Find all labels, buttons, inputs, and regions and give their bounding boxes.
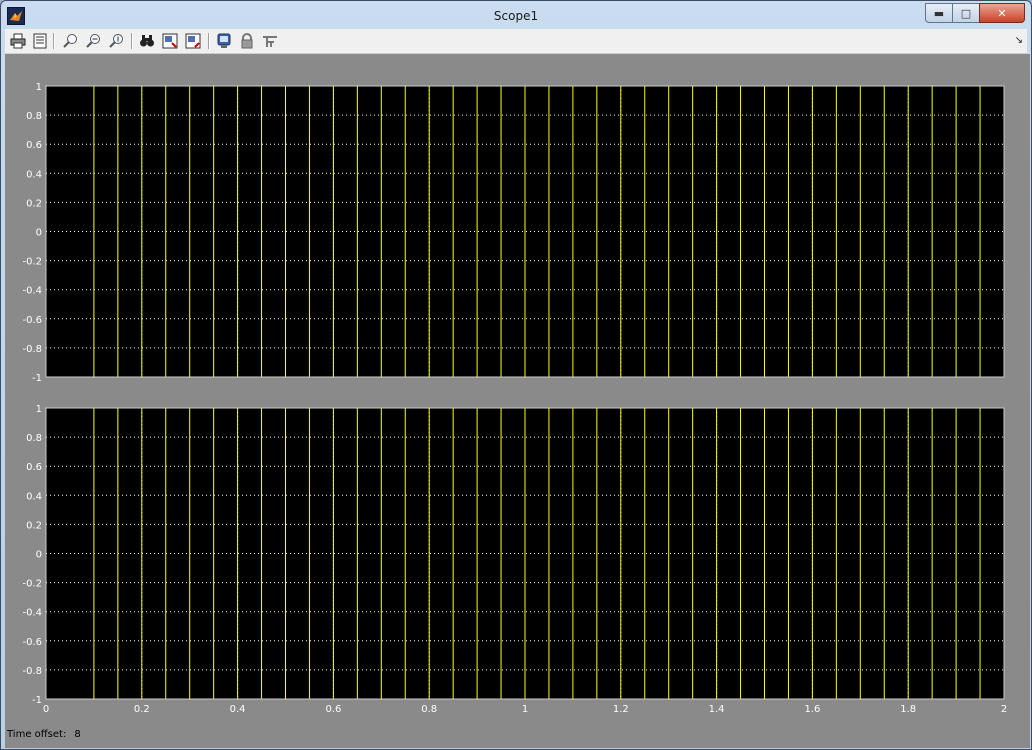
y-tick-label: -0.8	[22, 666, 42, 677]
floating-scope-icon[interactable]	[215, 32, 233, 50]
x-tick-label: 0.2	[134, 704, 150, 715]
dock-icon[interactable]: ↘	[1015, 35, 1023, 46]
restore-axes-icon[interactable]	[184, 32, 202, 50]
y-tick-label: 0.4	[26, 491, 42, 502]
y-tick-label: -1	[32, 695, 42, 706]
x-tick-label: 1.8	[900, 704, 916, 715]
x-tick-label: 0.4	[230, 704, 246, 715]
signal-trace	[46, 85, 1004, 378]
y-tick-label: 0.4	[26, 169, 42, 180]
title-bar[interactable]: Scope1 ▬ □ ✕	[1, 1, 1031, 31]
minimize-button[interactable]: ▬	[925, 3, 953, 23]
signal-selection-icon[interactable]	[261, 32, 279, 50]
parameters-icon[interactable]	[31, 32, 49, 50]
y-tick-label: 0.8	[26, 433, 42, 444]
zoom-icon[interactable]	[61, 32, 79, 50]
save-axes-icon[interactable]	[161, 32, 179, 50]
y-tick-label: 0.2	[26, 520, 42, 531]
y-tick-label: -0.4	[22, 286, 42, 297]
y-tick-label: -0.4	[22, 608, 42, 619]
minimize-icon: ▬	[933, 6, 945, 20]
y-tick-label: 0.6	[26, 462, 42, 473]
time-offset-label: Time offset:	[7, 729, 67, 740]
y-tick-label: 0.2	[26, 198, 42, 209]
scope-plot: -1 -0.8 -0.6 -0.4 -0.2 0 0.2 0.4 0.6 0.8 1 -1 -0.8 -0…	[22, 82, 1007, 715]
status-bar: Time offset: 8	[7, 729, 81, 740]
axes-2: -1 -0.8 -0.6 -0.4 -0.2 0 0.2 0.4 0.6 0.8 1 0 0.2 0.4 0…	[22, 404, 1007, 715]
y-tick-label: -0.6	[22, 315, 42, 326]
maximize-icon: □	[960, 6, 972, 20]
scope-client-area: -1 -0.8 -0.6 -0.4 -0.2 0 0.2 0.4 0.6 0.8 1 -1 -0.8 -0…	[5, 54, 1030, 748]
autoscale-icon[interactable]	[138, 32, 156, 50]
lock-axes-icon[interactable]	[238, 32, 256, 50]
y-tick-label: 1	[36, 404, 42, 415]
signal-trace	[46, 407, 1004, 700]
y-tick-label: -0.2	[22, 579, 42, 590]
zoom-y-icon[interactable]	[107, 32, 125, 50]
y-tick-label: 0	[36, 228, 42, 239]
x-tick-label: 2	[1001, 704, 1007, 715]
scope-window: Scope1 ▬ □ ✕ ↘ -1 -0.8 -0.6 -0.4 -0.2 0 …	[0, 0, 1032, 750]
print-icon[interactable]	[9, 32, 27, 50]
window-title: Scope1	[493, 9, 539, 23]
time-offset-value: 8	[74, 729, 81, 740]
x-tick-label: 1.4	[709, 704, 725, 715]
x-tick-label: 0	[43, 704, 49, 715]
maximize-button[interactable]: □	[952, 3, 980, 23]
zoom-x-icon[interactable]	[84, 32, 102, 50]
y-tick-label: 1	[36, 82, 42, 93]
x-tick-label: 0.8	[421, 704, 437, 715]
y-tick-label: -0.8	[22, 344, 42, 355]
y-tick-label: -1	[32, 373, 42, 384]
y-tick-label: 0.8	[26, 111, 42, 122]
close-button[interactable]: ✕	[979, 3, 1025, 23]
toolbar: ↘	[5, 29, 1027, 54]
y-tick-label: -0.6	[22, 637, 42, 648]
x-tick-label: 1	[522, 704, 528, 715]
x-tick-label: 1.6	[804, 704, 820, 715]
x-tick-label: 1.2	[613, 704, 629, 715]
axes-1: -1 -0.8 -0.6 -0.4 -0.2 0 0.2 0.4 0.6 0.8 1	[22, 82, 1005, 384]
y-tick-label: 0.6	[26, 140, 42, 151]
y-tick-label: -0.2	[22, 257, 42, 268]
x-tick-label: 0.6	[325, 704, 341, 715]
close-icon: ✕	[997, 6, 1007, 20]
y-tick-label: 0	[36, 550, 42, 561]
